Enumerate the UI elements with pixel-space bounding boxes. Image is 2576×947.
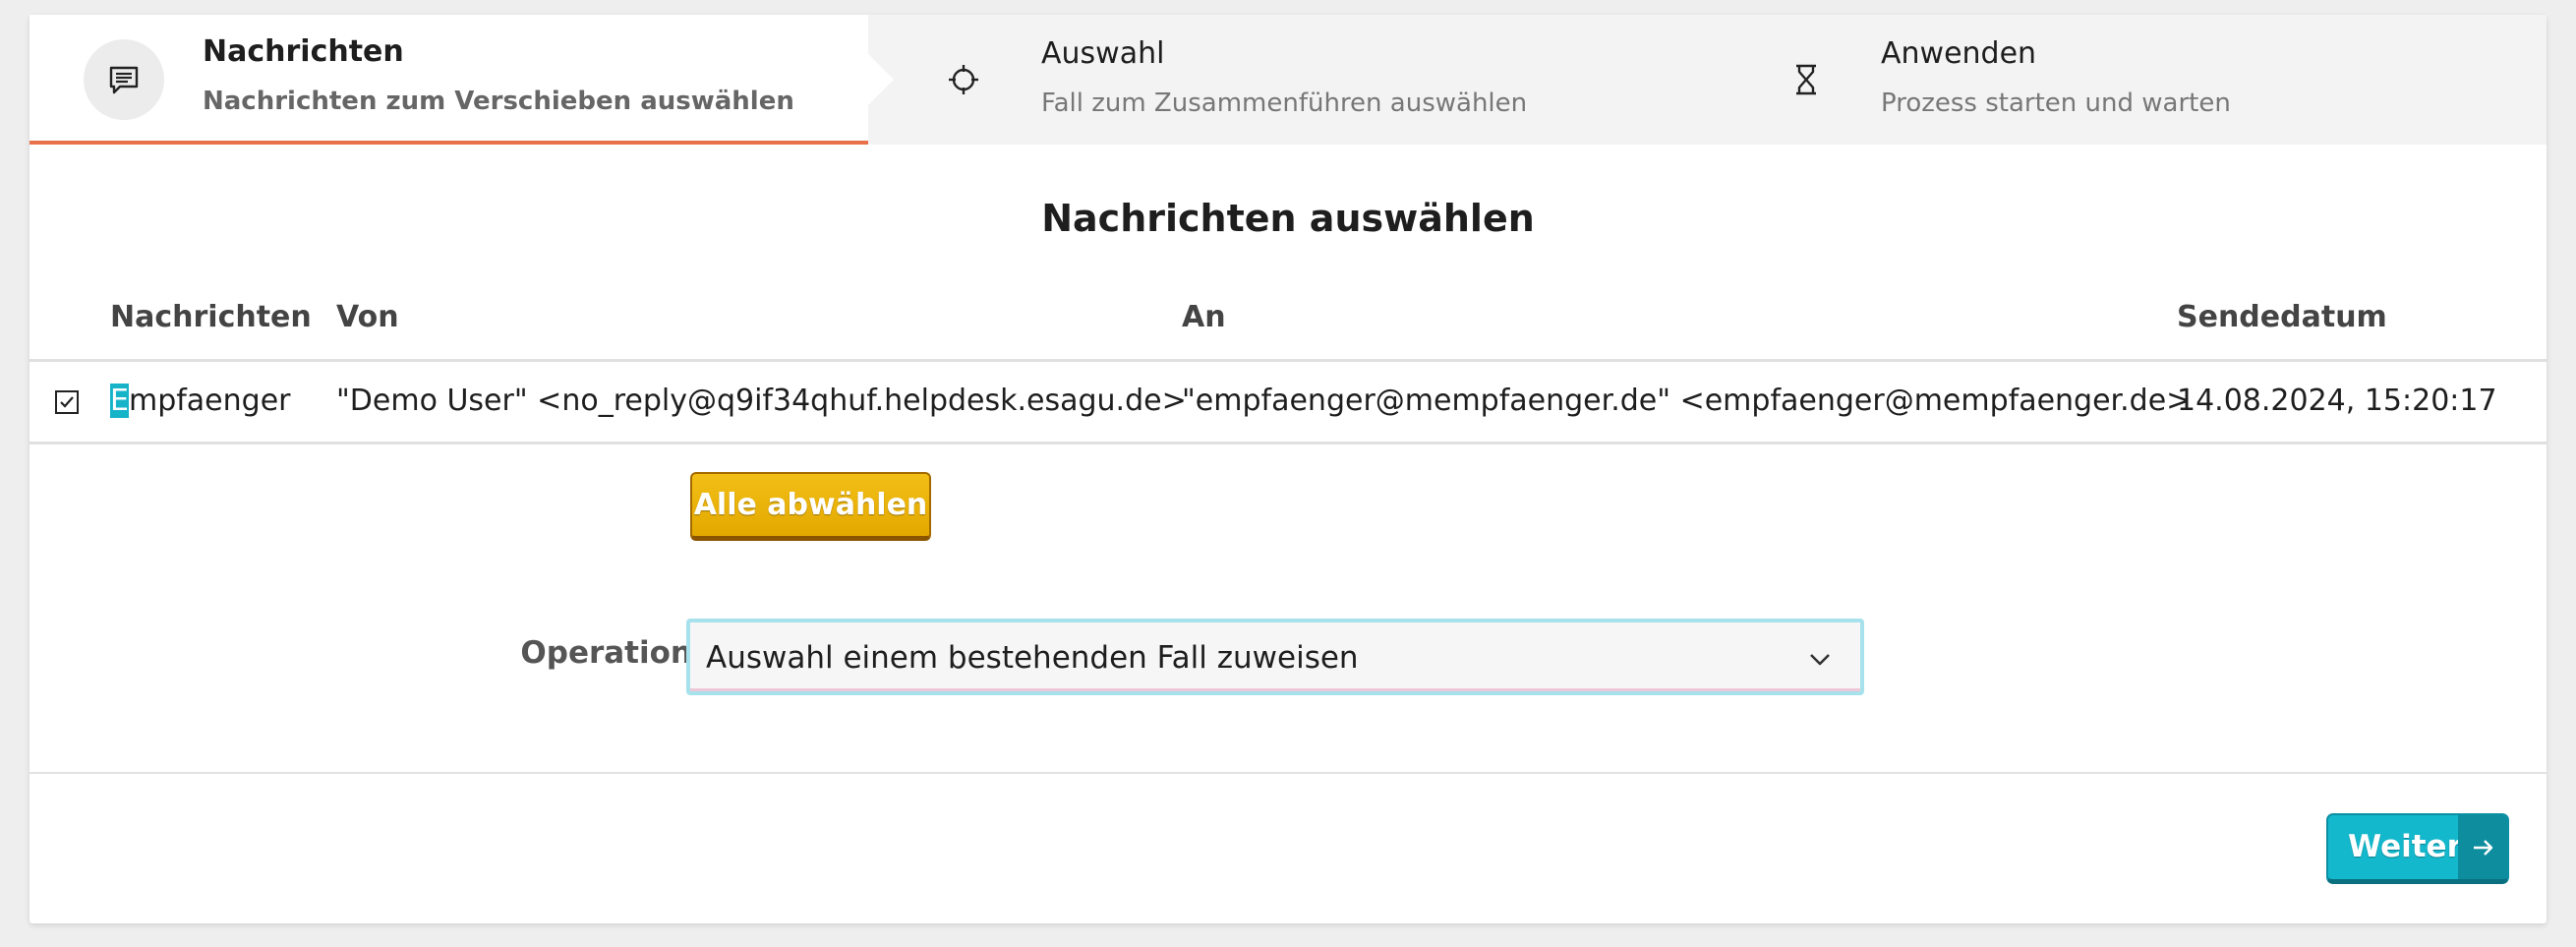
step-title: Anwenden <box>1881 36 2037 71</box>
step-subtitle: Prozess starten und warten <box>1881 89 2231 118</box>
row-to: "empfaenger@mempfaenger.de" <empfaenger@… <box>1182 384 2192 418</box>
next-button[interactable]: Weiter <box>2326 813 2509 884</box>
step-nachrichten[interactable]: Nachrichten Nachrichten zum Verschieben … <box>29 15 894 145</box>
row-name: Empfaenger <box>110 384 291 418</box>
step-anwenden[interactable]: Anwenden Prozess starten und warten <box>1707 15 2547 145</box>
deselect-all-button[interactable]: Alle abwählen <box>690 472 931 541</box>
row-from: "Demo User" <no_reply@q9if34qhuf.helpdes… <box>336 384 1187 418</box>
step-subtitle: Nachrichten zum Verschieben auswählen <box>203 87 794 116</box>
operation-value: Auswahl einem bestehenden Fall zuweisen <box>706 640 1359 676</box>
message-table: Nachrichten Von An Sendedatum Empfaenger… <box>29 280 2547 444</box>
hourglass-icon <box>1766 39 1846 120</box>
column-header-to[interactable]: An <box>1182 300 1226 334</box>
message-icon <box>84 39 164 120</box>
row-date: 14.08.2024, 15:20:17 <box>2177 384 2497 418</box>
merge-wizard: Nachrichten Nachrichten zum Verschieben … <box>29 15 2547 923</box>
checkbox-checked-icon[interactable] <box>54 389 80 415</box>
step-auswahl[interactable]: Auswahl Fall zum Zusammenführen auswähle… <box>868 15 1707 145</box>
row-name-rest: mpfaenger <box>128 384 291 418</box>
column-header-from[interactable]: Von <box>336 300 399 334</box>
row-name-first-letter: E <box>110 384 129 418</box>
crosshair-icon <box>923 39 1004 120</box>
next-button-label: Weiter <box>2348 829 2462 864</box>
table-header: Nachrichten Von An Sendedatum <box>29 280 2547 362</box>
operation-label: Operation <box>520 635 692 671</box>
footer-divider <box>29 772 2547 774</box>
step-title: Nachrichten <box>203 34 404 69</box>
step-title: Auswahl <box>1041 36 1165 71</box>
operation-select[interactable]: Auswahl einem bestehenden Fall zuweisen <box>686 619 1864 695</box>
table-row[interactable]: Empfaenger "Demo User" <no_reply@q9if34q… <box>29 362 2547 444</box>
chevron-down-icon <box>1810 654 1830 666</box>
column-header-name[interactable]: Nachrichten <box>110 300 312 334</box>
page-title: Nachrichten auswählen <box>1041 197 1535 240</box>
wizard-steps: Nachrichten Nachrichten zum Verschieben … <box>29 15 2547 145</box>
column-header-date[interactable]: Sendedatum <box>2177 300 2387 334</box>
step-subtitle: Fall zum Zusammenführen auswählen <box>1041 89 1528 118</box>
arrow-right-icon <box>2458 815 2507 879</box>
